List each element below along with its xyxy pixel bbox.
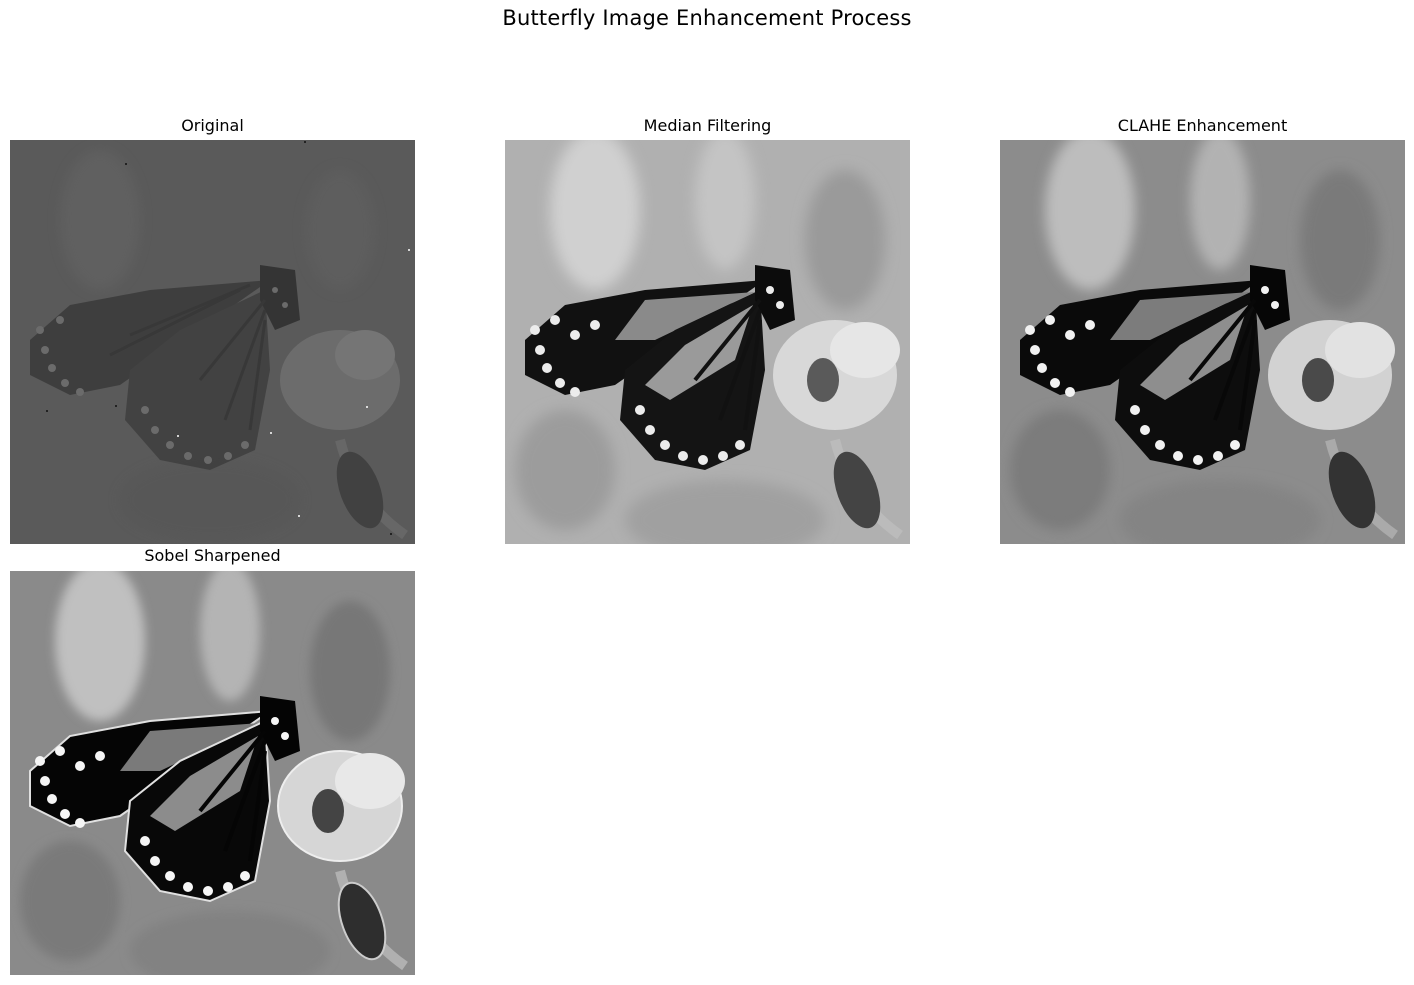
panel-title-original: Original: [181, 116, 244, 135]
butterfly-image-sobel-sharpened: [10, 571, 415, 975]
figure-title: Butterfly Image Enhancement Process: [502, 6, 912, 30]
butterfly-image-median-filtered: [505, 140, 910, 544]
butterfly-image-original: [10, 140, 415, 544]
panel-title-median-filtering: Median Filtering: [643, 116, 772, 135]
panel-title-sobel-sharpened: Sobel Sharpened: [144, 546, 281, 565]
panel-title-clahe-enhancement: CLAHE Enhancement: [1117, 116, 1288, 135]
butterfly-image-clahe: [1000, 140, 1405, 544]
